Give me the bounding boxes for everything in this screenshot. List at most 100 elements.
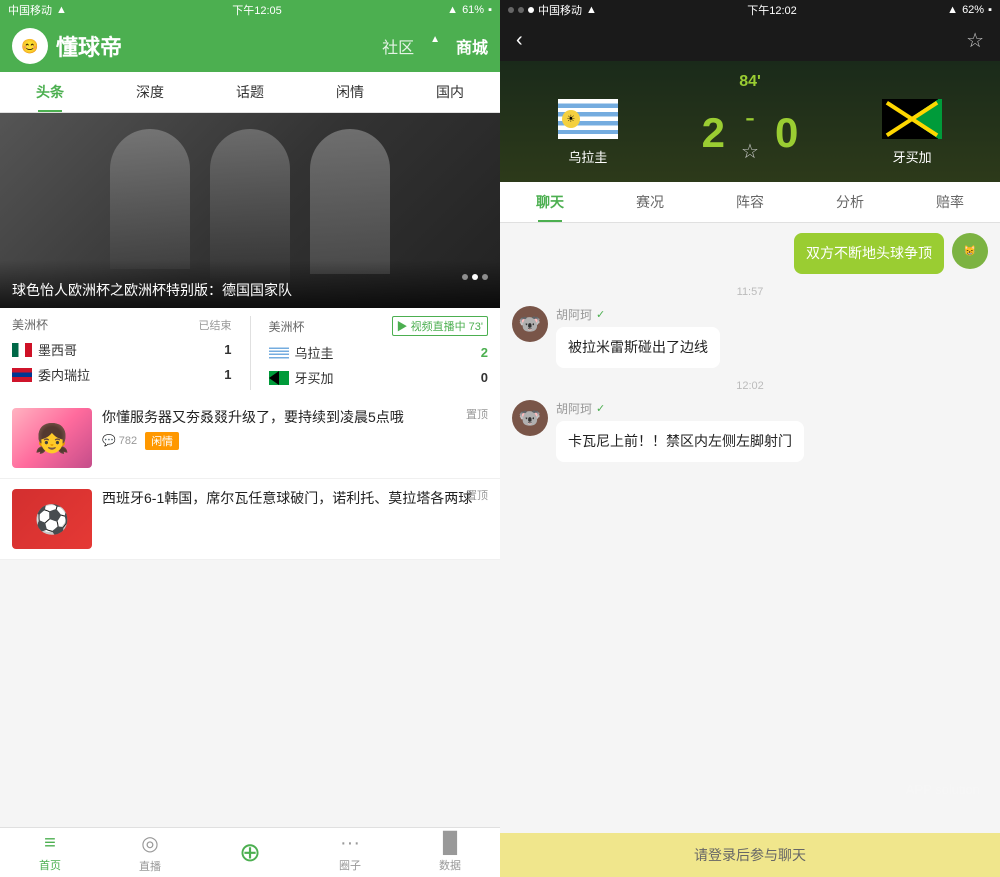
chat-username-2: 胡阿珂 ✓ — [556, 306, 988, 323]
app-title: 懂球帝 — [56, 30, 122, 62]
status-left-right: 中国移动 ▲ — [508, 2, 597, 18]
battery-icon: ▪ — [488, 4, 492, 16]
match-status-2: ▶ 视频直播中 73' — [392, 316, 488, 336]
battery-area-left: ▲ 61% ▪ — [447, 4, 492, 16]
status-signals-left: 中国移动 ▲ — [8, 2, 67, 18]
hero-caption-text: 球色怡人欧洲杯之欧洲杯特别版：德国国家队 — [12, 282, 292, 298]
circle-icon: ··· — [340, 832, 360, 855]
tab-analysis[interactable]: 分析 — [800, 182, 900, 222]
tab-topics[interactable]: 话题 — [200, 72, 300, 112]
match-score-area: 84' ☀ 乌拉圭 2 - ☆ 0 — [500, 61, 1000, 182]
news-list: 👧 置顶 你懂服务器又夯叒叕升级了，要持续到凌晨5点哦 💬 782 闲情 ⚽ — [0, 398, 500, 827]
back-button[interactable]: ‹ — [516, 29, 523, 52]
verified-badge-3: ✓ — [596, 402, 605, 415]
score-mexico: 1 — [224, 342, 231, 357]
dot1 — [508, 7, 514, 13]
hero-dot-2 — [472, 274, 478, 280]
tab-headlines[interactable]: 头条 — [0, 72, 100, 112]
score-group-1: 美洲杯 已结束 墨西哥 1 委内瑞拉 1 — [12, 316, 232, 390]
verified-badge-2: ✓ — [596, 308, 605, 321]
tab-matchinfo[interactable]: 赛况 — [600, 182, 700, 222]
nav-shop[interactable]: 商城 — [456, 34, 488, 58]
match-row-uruguay[interactable]: 乌拉圭 2 — [269, 340, 489, 365]
status-bar-right: 中国移动 ▲ 下午12:02 ▲ 62% ▪ — [500, 0, 1000, 20]
chat-tabs: 聊天 赛况 阵容 分析 赔率 — [500, 182, 1000, 223]
scores-section: 美洲杯 已结束 墨西哥 1 委内瑞拉 1 美洲杯 ▶ 视频直播中 73' — [0, 308, 500, 398]
nav-data-label: 数据 — [439, 857, 461, 873]
team-home: ☀ 乌拉圭 — [558, 99, 618, 166]
chat-bubble-area-2: 胡阿珂 ✓ 被拉米雷斯碰出了边线 — [556, 306, 988, 368]
news-title-2: 西班牙6-1韩国，席尔瓦任意球破门，诺利托、莫拉塔各两球 — [102, 489, 488, 509]
news-content-1: 置顶 你懂服务器又夯叒叕升级了，要持续到凌晨5点哦 💬 782 闲情 — [102, 408, 488, 468]
tab-odds[interactable]: 赔率 — [900, 182, 1000, 222]
tab-deep[interactable]: 深度 — [100, 72, 200, 112]
chat-messages-area: 双方不断地头球争顶 😸 11:57 🐨 胡阿珂 ✓ 被拉米雷斯碰出了边线 12:… — [500, 223, 1000, 833]
chat-bubble-1: 双方不断地头球争顶 — [794, 233, 944, 274]
live-icon: ◎ — [141, 831, 158, 856]
chat-timestamp-1: 11:57 — [512, 286, 988, 298]
nav-home[interactable]: ≡ 首页 — [0, 828, 100, 877]
watermark: APP solution — [906, 782, 980, 797]
nav-arrow: ▲ — [430, 34, 440, 58]
tab-domestic[interactable]: 国内 — [400, 72, 500, 112]
news-item-1[interactable]: 👧 置顶 你懂服务器又夯叒叕升级了，要持续到凌晨5点哦 💬 782 闲情 — [0, 398, 500, 479]
news-meta-1: 💬 782 闲情 — [102, 432, 488, 450]
team-away-name: 牙买加 — [893, 147, 932, 166]
nav-circle[interactable]: ··· 圈子 — [300, 828, 400, 877]
match-row-venezuela[interactable]: 委内瑞拉 1 — [12, 362, 232, 387]
nav-data[interactable]: ▐▌ 数据 — [400, 828, 500, 877]
match-favorite-icon[interactable]: ☆ — [741, 139, 759, 164]
chat-message-3: 🐨 胡阿珂 ✓ 卡瓦尼上前！！禁区内左侧左脚射门 — [512, 400, 988, 462]
flag-mexico — [12, 343, 32, 357]
tab-leisure[interactable]: 闲情 — [300, 72, 400, 112]
score-uruguay: 2 — [481, 345, 488, 360]
flag-away — [882, 99, 942, 139]
match-row-mexico[interactable]: 墨西哥 1 — [12, 337, 232, 362]
data-icon: ▐▌ — [436, 832, 464, 855]
chat-avatar-self: 😸 — [952, 233, 988, 269]
match-time: 84' — [516, 73, 984, 91]
nav-tabs: 头条 深度 话题 闲情 国内 — [0, 72, 500, 113]
dot2 — [518, 7, 524, 13]
match-status-1: 已结束 — [199, 317, 232, 333]
hero-banner[interactable]: 球色怡人欧洲杯之欧洲杯特别版：德国国家队 — [0, 113, 500, 308]
match-scores-display: 2 - ☆ 0 — [702, 101, 799, 164]
arrow-right: ▲ — [947, 4, 958, 16]
news-pin-1: 置顶 — [466, 406, 488, 422]
carrier-right: 中国移动 — [538, 2, 582, 18]
team-venezuela: 委内瑞拉 — [38, 365, 218, 384]
chat-username-3: 胡阿珂 ✓ — [556, 400, 988, 417]
chat-bubble-area-3: 胡阿珂 ✓ 卡瓦尼上前！！禁区内左侧左脚射门 — [556, 400, 988, 462]
post-icon: ⊕ — [239, 837, 261, 868]
tab-chat[interactable]: 聊天 — [500, 182, 600, 222]
scores-divider — [250, 316, 251, 390]
score-venezuela: 1 — [224, 367, 231, 382]
time-left: 下午12:05 — [232, 2, 282, 18]
news-thumb-1: 👧 — [12, 408, 92, 468]
chat-timestamp-2: 12:02 — [512, 380, 988, 392]
chat-avatar-3: 🐨 — [512, 400, 548, 436]
score-group-2-header: 美洲杯 ▶ 视频直播中 73' — [269, 316, 489, 336]
match-teams: ☀ 乌拉圭 2 - ☆ 0 牙买加 — [516, 99, 984, 166]
chat-message-2: 🐨 胡阿珂 ✓ 被拉米雷斯碰出了边线 — [512, 306, 988, 368]
hero-dot-1 — [462, 274, 468, 280]
flag-uruguay — [269, 346, 289, 360]
header-nav: 社区 ▲ 商城 — [382, 34, 488, 58]
nav-home-label: 首页 — [39, 857, 61, 873]
right-panel: 中国移动 ▲ 下午12:02 ▲ 62% ▪ ‹ ☆ 84' ☀ 乌拉圭 2 — [500, 0, 1000, 877]
league-name-1: 美洲杯 — [12, 316, 48, 333]
arrow-icon: ▲ — [447, 4, 458, 16]
tab-lineup[interactable]: 阵容 — [700, 182, 800, 222]
score-dash: - — [745, 101, 755, 135]
carrier-left: 中国移动 — [8, 2, 52, 18]
match-row-jamaica[interactable]: 牙买加 0 — [269, 365, 489, 390]
nav-post[interactable]: ⊕ — [200, 828, 300, 877]
nav-live[interactable]: ◎ 直播 — [100, 828, 200, 877]
wifi-icon: ▲ — [56, 4, 67, 16]
team-uruguay: 乌拉圭 — [295, 343, 475, 362]
chat-input-bar[interactable]: 请登录后参与聊天 — [500, 833, 1000, 877]
news-item-2[interactable]: ⚽ 置顶 西班牙6-1韩国，席尔瓦任意球破门，诺利托、莫拉塔各两球 — [0, 479, 500, 560]
battery-right: ▲ 62% ▪ — [947, 4, 992, 16]
favorite-button[interactable]: ☆ — [966, 28, 984, 53]
nav-community[interactable]: 社区 — [382, 34, 414, 58]
